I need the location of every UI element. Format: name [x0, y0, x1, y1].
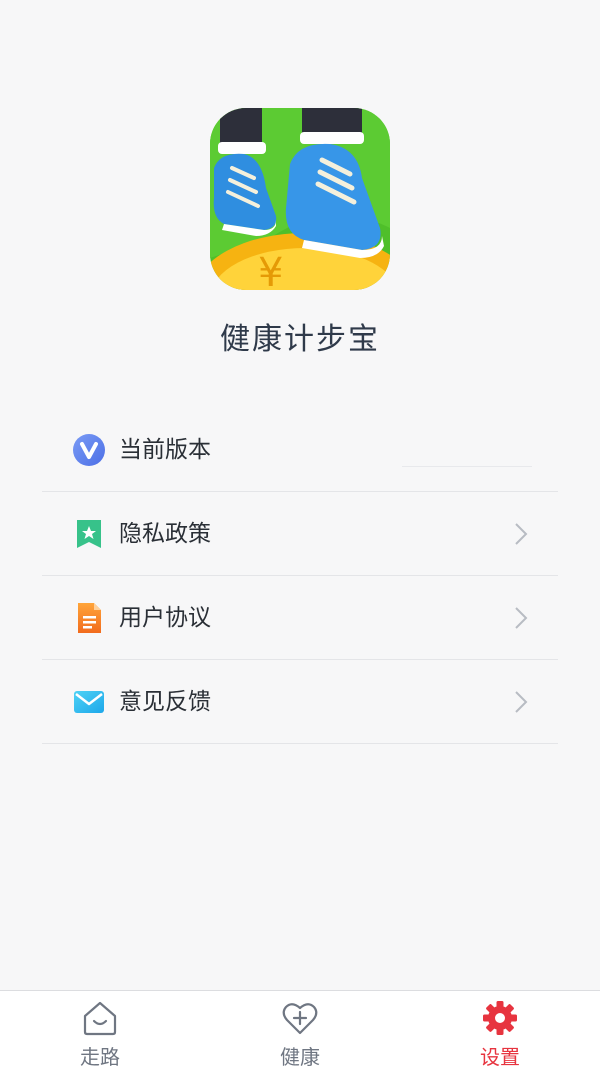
- chevron-right-icon: [514, 690, 528, 714]
- settings-menu: 当前版本 隐私政策 用户协议 意见反馈: [42, 408, 558, 744]
- tab-walk[interactable]: 走路: [40, 991, 160, 1070]
- menu-item-label: 用户协议: [119, 605, 211, 631]
- heart-plus-icon: [281, 999, 319, 1037]
- version-value: [402, 438, 532, 467]
- svg-text:¥: ¥: [258, 250, 283, 290]
- bottom-tab-bar: 走路 健康 设置: [0, 990, 600, 1070]
- version-v-icon: [73, 434, 105, 466]
- tab-health[interactable]: 健康: [240, 991, 360, 1070]
- tab-settings[interactable]: 设置: [440, 991, 560, 1070]
- tab-label: 走路: [80, 1045, 120, 1069]
- tab-label: 健康: [280, 1045, 320, 1069]
- chevron-right-icon: [514, 522, 528, 546]
- menu-item-feedback[interactable]: 意见反馈: [42, 660, 558, 744]
- app-name: 健康计步宝: [220, 322, 380, 357]
- menu-item-user-agreement[interactable]: 用户协议: [42, 576, 558, 660]
- document-icon: [73, 602, 105, 634]
- bookmark-star-icon: [73, 518, 105, 550]
- house-smile-icon: [81, 999, 119, 1037]
- menu-item-version[interactable]: 当前版本: [42, 408, 558, 492]
- menu-item-label: 当前版本: [119, 437, 211, 463]
- envelope-icon: [73, 686, 105, 718]
- tab-label: 设置: [480, 1045, 520, 1069]
- menu-item-privacy[interactable]: 隐私政策: [42, 492, 558, 576]
- app-logo: ¥: [210, 108, 390, 290]
- chevron-right-icon: [514, 606, 528, 630]
- menu-item-label: 隐私政策: [119, 521, 211, 547]
- menu-item-label: 意见反馈: [119, 689, 211, 715]
- gear-icon: [481, 999, 519, 1037]
